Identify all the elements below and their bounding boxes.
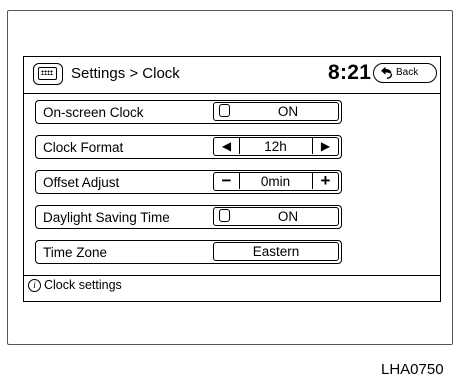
back-button-label: Back xyxy=(396,67,419,78)
onscreen-clock-value: ON xyxy=(277,104,299,119)
info-text: Clock settings xyxy=(44,278,122,292)
time-zone-row[interactable]: Time Zone Eastern xyxy=(35,240,342,264)
toggle-indicator-icon xyxy=(219,209,230,222)
minus-button[interactable]: − xyxy=(214,172,240,189)
keyboard-icon[interactable] xyxy=(33,63,63,85)
clock-format-row[interactable]: Clock Format ◀ 12h ▶ xyxy=(35,135,342,159)
clock-format-label: Clock Format xyxy=(43,140,124,155)
arrow-left-icon[interactable]: ◀ xyxy=(214,138,240,154)
onscreen-clock-toggle[interactable]: ON xyxy=(213,102,339,121)
daylight-saving-label: Daylight Saving Time xyxy=(43,210,170,225)
onscreen-clock-label: On-screen Clock xyxy=(43,105,144,120)
offset-adjust-value: 0min xyxy=(260,174,291,189)
onscreen-clock-row[interactable]: On-screen Clock ON xyxy=(35,100,342,124)
arrow-right-icon[interactable]: ▶ xyxy=(312,138,338,154)
clock-format-value: 12h xyxy=(264,139,287,154)
daylight-saving-row[interactable]: Daylight Saving Time ON xyxy=(35,205,342,229)
back-button[interactable]: Back xyxy=(373,63,437,83)
footer-divider xyxy=(24,275,440,276)
time-zone-value: Eastern xyxy=(252,244,300,259)
back-arrow-icon xyxy=(381,66,393,79)
daylight-saving-value: ON xyxy=(277,209,299,224)
screen-header: Settings > Clock 8:21 Back xyxy=(24,57,440,95)
figure-caption: LHA0750 xyxy=(381,361,444,378)
keyboard-icon-inner xyxy=(38,67,57,80)
display-screen: Settings > Clock 8:21 Back On-screen Clo… xyxy=(23,56,441,302)
offset-adjust-stepper: − 0min + xyxy=(213,172,339,191)
page-title: Settings > Clock xyxy=(71,65,180,82)
offset-adjust-label: Offset Adjust xyxy=(43,175,120,190)
clock-display: 8:21 xyxy=(328,61,372,84)
offset-adjust-row: Offset Adjust − 0min + xyxy=(35,170,342,194)
header-divider xyxy=(24,93,440,94)
time-zone-button[interactable]: Eastern xyxy=(213,242,339,261)
daylight-saving-toggle[interactable]: ON xyxy=(213,207,339,226)
clock-format-selector: ◀ 12h ▶ xyxy=(213,137,339,156)
plus-button[interactable]: + xyxy=(312,172,338,189)
toggle-indicator-icon xyxy=(219,104,230,117)
info-icon: i xyxy=(28,279,41,292)
time-zone-label: Time Zone xyxy=(43,245,108,260)
